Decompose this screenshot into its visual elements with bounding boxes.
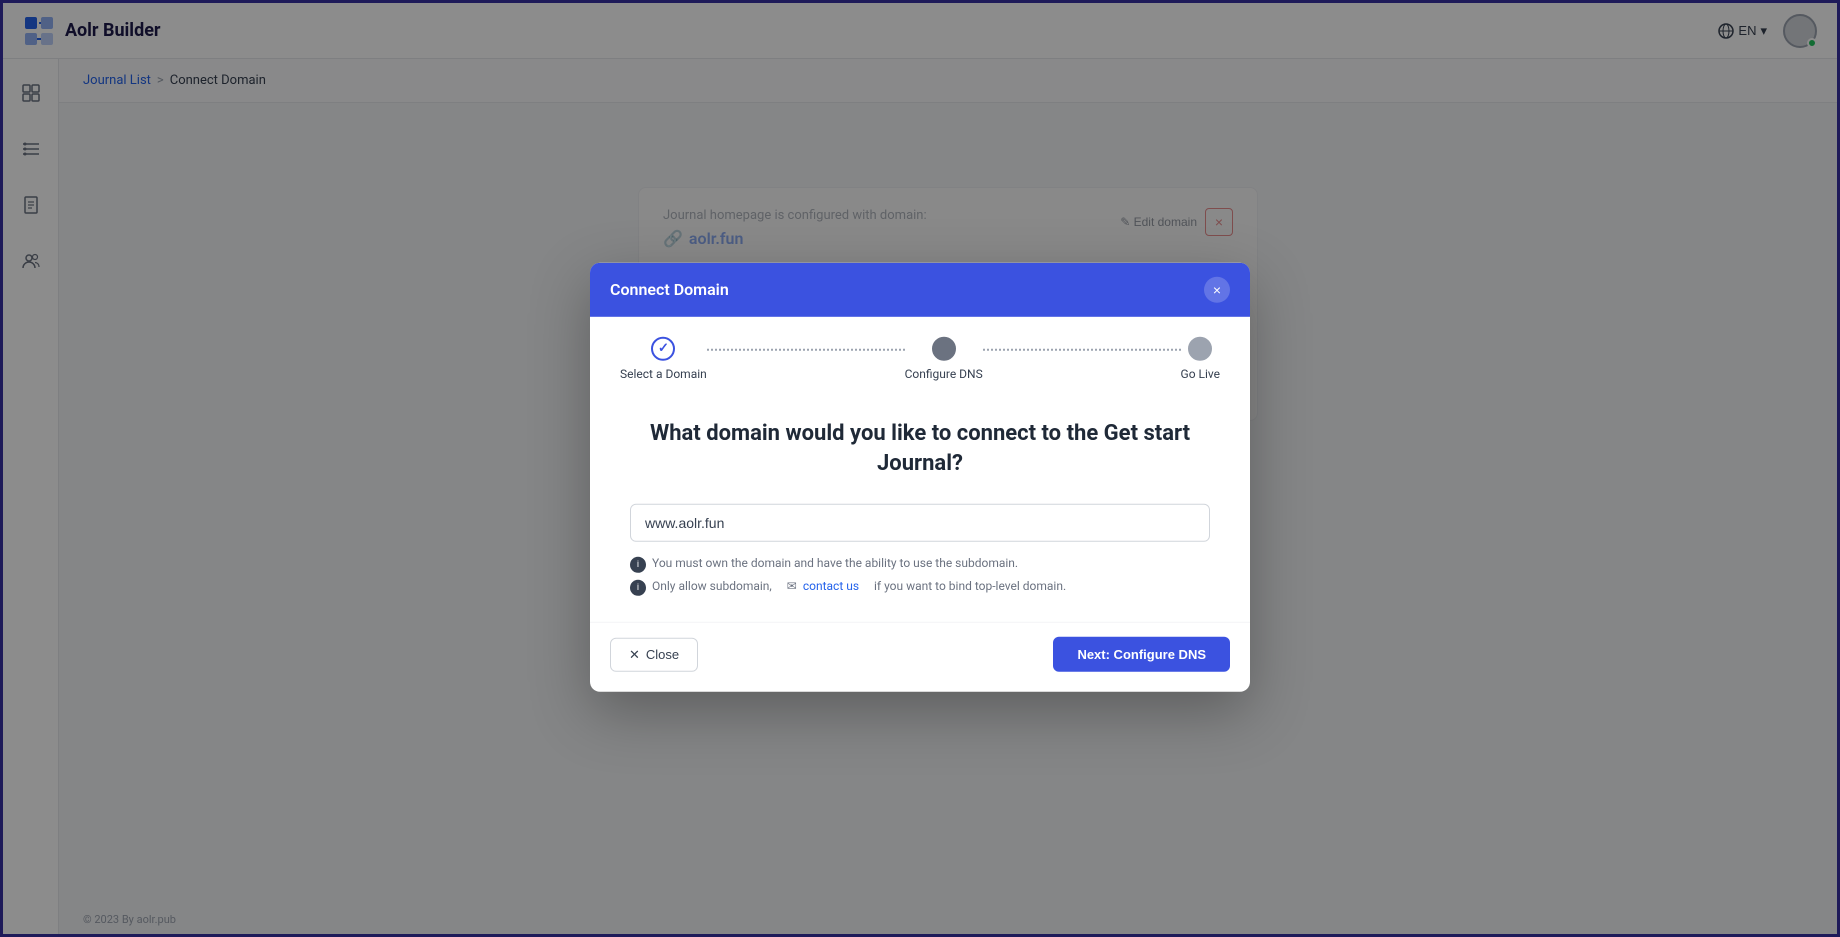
stepper-line-1 <box>707 348 905 350</box>
info-text-1: You must own the domain and have the abi… <box>652 556 1018 570</box>
step-3-circle <box>1188 336 1212 360</box>
email-icon: ✉ <box>787 579 797 593</box>
step-2-label: Configure DNS <box>905 366 983 380</box>
step-1-circle: ✓ <box>651 336 675 360</box>
step-3: Go Live <box>1181 336 1220 380</box>
step-1: ✓ Select a Domain <box>620 336 707 380</box>
stepper: ✓ Select a Domain Configure DNS Go Live <box>590 316 1250 388</box>
info-item-1: i You must own the domain and have the a… <box>630 556 1210 573</box>
domain-input[interactable] <box>630 504 1210 542</box>
next-configure-dns-button[interactable]: Next: Configure DNS <box>1053 637 1230 672</box>
modal-footer: ✕ Close Next: Configure DNS <box>590 622 1250 692</box>
connect-domain-modal: Connect Domain × ✓ Select a Domain Confi… <box>590 262 1250 692</box>
step-2-circle <box>932 336 956 360</box>
info-text-2-prefix: Only allow subdomain, <box>652 579 772 593</box>
step-2: Configure DNS <box>905 336 983 380</box>
close-button[interactable]: ✕ Close <box>610 637 698 671</box>
info-icon-1: i <box>630 557 646 573</box>
info-item-2: i Only allow subdomain, ✉ contact us if … <box>630 579 1210 596</box>
step-3-label: Go Live <box>1181 366 1220 380</box>
contact-us-link[interactable]: contact us <box>803 579 859 593</box>
info-text-2-suffix: if you want to bind top-level domain. <box>874 579 1066 593</box>
modal-close-x-button[interactable]: × <box>1204 276 1230 302</box>
stepper-line-2 <box>983 348 1181 350</box>
modal-body: What domain would you like to connect to… <box>590 388 1250 622</box>
step-1-label: Select a Domain <box>620 366 707 380</box>
close-x-icon: ✕ <box>629 646 640 662</box>
info-list: i You must own the domain and have the a… <box>630 556 1210 596</box>
modal-question: What domain would you like to connect to… <box>630 418 1210 480</box>
modal-header: Connect Domain × <box>590 262 1250 316</box>
info-icon-2: i <box>630 580 646 596</box>
modal-title: Connect Domain <box>610 280 729 299</box>
